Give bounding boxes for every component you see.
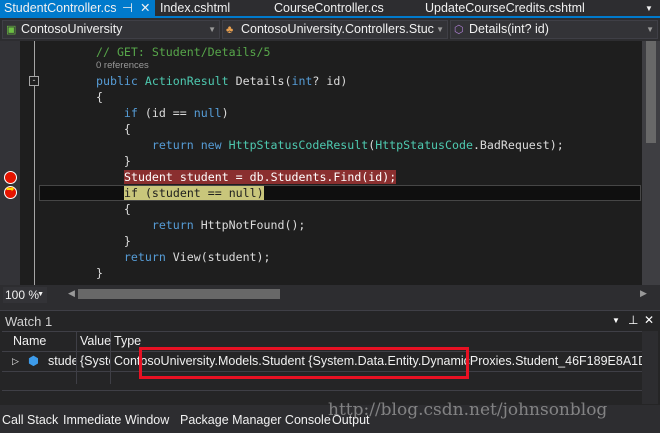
column-header-type[interactable]: Type bbox=[114, 332, 141, 351]
zoom-level: 100 % bbox=[5, 288, 40, 302]
expand-icon[interactable]: ▷ bbox=[12, 352, 19, 371]
code-text: Details( bbox=[228, 74, 292, 88]
code-line: } bbox=[96, 234, 131, 248]
annotation-highlight-box bbox=[139, 347, 469, 379]
code-editor[interactable]: - ➡ // GET: Student/Details/5 0 referenc… bbox=[0, 41, 660, 285]
keyword: return bbox=[96, 218, 201, 232]
code-line: return HttpNotFound(); bbox=[96, 217, 306, 233]
column-divider bbox=[76, 332, 77, 384]
code-comment: // GET: Student/Details/5 bbox=[96, 45, 271, 59]
tab-package-manager-console[interactable]: Package Manager Console bbox=[180, 413, 331, 427]
type: HttpStatusCodeResult bbox=[228, 138, 369, 152]
editor-footer: 100 % ▼ ◀ ▶ bbox=[0, 285, 660, 305]
codelens-references[interactable]: 0 references bbox=[96, 60, 149, 72]
watch-row-value[interactable]: {System.Data.Entity.DynamicProxies bbox=[80, 352, 110, 371]
watch-title: Watch 1 bbox=[5, 314, 53, 329]
keyword: return bbox=[96, 250, 173, 264]
code-line-breakpoint: Student student = db.Students.Find(id); bbox=[124, 169, 397, 185]
pin-icon[interactable]: ⊥ bbox=[628, 313, 638, 327]
breakpoint-statement: Student student = db.Students.Find(id); bbox=[124, 170, 397, 184]
code-line: } bbox=[96, 154, 131, 168]
code-line: { bbox=[96, 122, 131, 136]
chevron-down-icon: ▼ bbox=[208, 25, 216, 34]
code-line: return View(student); bbox=[96, 249, 271, 265]
tab-coursecontroller[interactable]: CourseController.cs bbox=[274, 0, 384, 18]
tab-studentcontroller[interactable]: StudentController.cs ⊣ ✕ bbox=[0, 0, 155, 18]
object-icon: ⬢ bbox=[28, 354, 39, 368]
column-header-value[interactable]: Value bbox=[80, 332, 111, 351]
tab-overflow-icon[interactable]: ▼ bbox=[645, 0, 653, 18]
code-text: (id == bbox=[137, 106, 194, 120]
code-line: } bbox=[96, 266, 103, 280]
code-text: HttpNotFound(); bbox=[200, 218, 306, 232]
member-dropdown[interactable]: ⬡ Details(int? id) ▼ bbox=[450, 20, 658, 39]
zoom-dropdown[interactable]: 100 % ▼ bbox=[3, 287, 47, 303]
close-icon[interactable]: ✕ bbox=[140, 0, 150, 17]
type: ActionResult bbox=[144, 74, 229, 88]
tab-immediate-window[interactable]: Immediate Window bbox=[63, 413, 169, 427]
document-tab-bar: StudentController.cs ⊣ ✕ Index.cshtml Cour… bbox=[0, 0, 660, 18]
chevron-down-icon: ▼ bbox=[436, 25, 444, 34]
tab-call-stack[interactable]: Call Stack bbox=[2, 413, 58, 427]
code-text: View(student); bbox=[172, 250, 271, 264]
chevron-down-icon: ▼ bbox=[37, 291, 44, 298]
member-label: Details(int? id) bbox=[469, 22, 549, 36]
dropdown-icon[interactable]: ▼ bbox=[612, 316, 620, 325]
project-icon: ▣ bbox=[6, 24, 17, 36]
code-text: ? id) bbox=[312, 74, 348, 88]
close-icon[interactable]: ✕ bbox=[644, 313, 654, 327]
class-label: ContosoUniversity.Controllers.Stuc bbox=[241, 22, 434, 36]
horizontal-scrollbar-thumb[interactable] bbox=[78, 289, 280, 299]
current-statement: if (student == null) bbox=[124, 186, 264, 200]
code-line: { bbox=[96, 90, 103, 104]
class-dropdown[interactable]: ♣ ContosoUniversity.Controllers.Stuc ▼ bbox=[222, 20, 448, 39]
chevron-down-icon: ▼ bbox=[646, 25, 654, 34]
project-dropdown[interactable]: ▣ ContosoUniversity ▼ bbox=[2, 20, 220, 39]
code-line: { bbox=[96, 202, 131, 216]
tab-label: StudentController.cs bbox=[4, 1, 117, 15]
code-text: .BadRequest); bbox=[472, 138, 564, 152]
current-statement-arrow-icon[interactable]: ➡ bbox=[4, 184, 17, 199]
code-line: return new HttpStatusCodeResult(HttpStat… bbox=[96, 137, 564, 153]
class-icon: ♣ bbox=[226, 24, 234, 36]
keyword: public bbox=[96, 74, 145, 88]
scroll-left-icon[interactable]: ◀ bbox=[68, 288, 75, 299]
breakpoint-icon[interactable] bbox=[4, 171, 17, 184]
collapse-icon[interactable]: - bbox=[29, 76, 39, 86]
keyword: if bbox=[96, 106, 138, 120]
tab-index[interactable]: Index.cshtml bbox=[160, 0, 230, 18]
tab-updatecoursecredits[interactable]: UpdateCourseCredits.cshtml bbox=[425, 0, 585, 18]
watch-row-name[interactable]: student bbox=[48, 352, 76, 371]
code-line-current: if (student == null) bbox=[124, 185, 264, 201]
code-line: if (id == null) bbox=[96, 105, 229, 121]
code-line: public ActionResult Details(int? id) bbox=[96, 73, 347, 89]
scrollbar-thumb[interactable] bbox=[646, 41, 656, 143]
project-label: ContosoUniversity bbox=[21, 22, 123, 36]
keyword: null bbox=[193, 106, 222, 120]
column-header-name[interactable]: Name bbox=[13, 332, 46, 351]
breakpoint-margin[interactable] bbox=[0, 41, 20, 285]
navigation-bar: ▣ ContosoUniversity ▼ ♣ ContosoUniversity.C… bbox=[0, 18, 660, 41]
watermark: http://blog.csdn.net/johnsonblog bbox=[328, 400, 608, 420]
vertical-scrollbar[interactable] bbox=[642, 41, 660, 285]
pin-icon[interactable]: ⊣ bbox=[122, 0, 133, 17]
keyword: int bbox=[291, 74, 313, 88]
scroll-right-icon[interactable]: ▶ bbox=[640, 288, 647, 299]
type: HttpStatusCode bbox=[375, 138, 473, 152]
code-text: ) bbox=[221, 106, 229, 120]
watch-vertical-scrollbar[interactable] bbox=[642, 331, 658, 404]
method-icon: ⬡ bbox=[454, 24, 464, 36]
keyword: return new bbox=[96, 138, 229, 152]
